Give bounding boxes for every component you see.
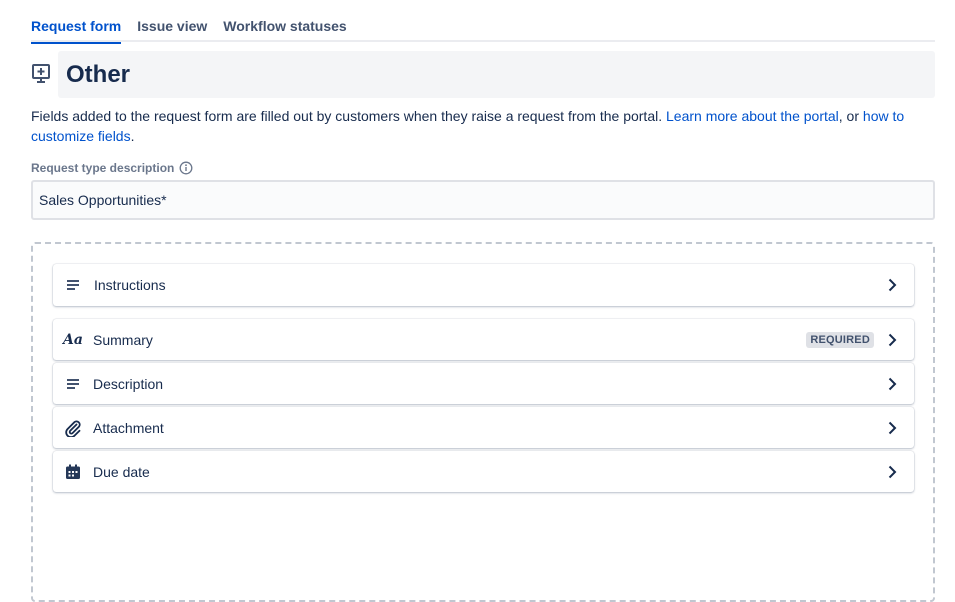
chevron-right-icon[interactable] [884, 376, 900, 392]
description-text-middle: , or [838, 108, 863, 124]
tab-workflow-statuses[interactable]: Workflow statuses [223, 14, 346, 42]
field-row-attachment[interactable]: Attachment [53, 407, 914, 448]
info-icon[interactable] [179, 161, 193, 175]
field-name: Instructions [94, 277, 166, 293]
text-lines-icon [64, 375, 82, 393]
page-title-field[interactable]: Other [58, 51, 935, 98]
monitor-plus-icon[interactable] [31, 63, 53, 85]
form-fields-dropzone: Instructions Aa Summary REQUIRED Descrip… [31, 242, 935, 602]
chevron-right-icon[interactable] [884, 420, 900, 436]
field-row-summary[interactable]: Aa Summary REQUIRED [53, 319, 914, 360]
required-badge: REQUIRED [806, 332, 874, 348]
description-text-end: . [130, 128, 135, 144]
calendar-icon [64, 463, 82, 481]
field-row-due-date[interactable]: Due date [53, 451, 914, 492]
field-row-description[interactable]: Description [53, 363, 914, 404]
text-aa-icon: Aa [63, 332, 83, 348]
page-header: Other [31, 51, 935, 98]
field-name: Attachment [93, 420, 164, 436]
request-type-label-text: Request type description [31, 161, 175, 175]
page-title: Other [66, 61, 131, 88]
text-lines-icon [64, 276, 82, 294]
field-row-instructions[interactable]: Instructions [53, 264, 914, 306]
description-text: Fields added to the request form are fil… [31, 108, 666, 124]
chevron-right-icon[interactable] [884, 464, 900, 480]
chevron-right-icon[interactable] [884, 277, 900, 293]
request-type-label: Request type description [31, 160, 193, 176]
tab-request-form[interactable]: Request form [31, 14, 122, 44]
form-description: Fields added to the request form are fil… [31, 106, 931, 146]
field-name: Description [93, 376, 164, 392]
paperclip-icon [64, 419, 82, 437]
tab-issue-view[interactable]: Issue view [137, 14, 207, 42]
chevron-right-icon[interactable] [884, 332, 900, 348]
learn-more-portal-link[interactable]: Learn more about the portal [666, 108, 839, 124]
field-name: Due date [93, 464, 150, 480]
field-name: Summary [93, 332, 153, 348]
request-type-description-input[interactable] [31, 180, 935, 220]
tab-bar: Request form Issue view Workflow statuse… [31, 14, 935, 44]
